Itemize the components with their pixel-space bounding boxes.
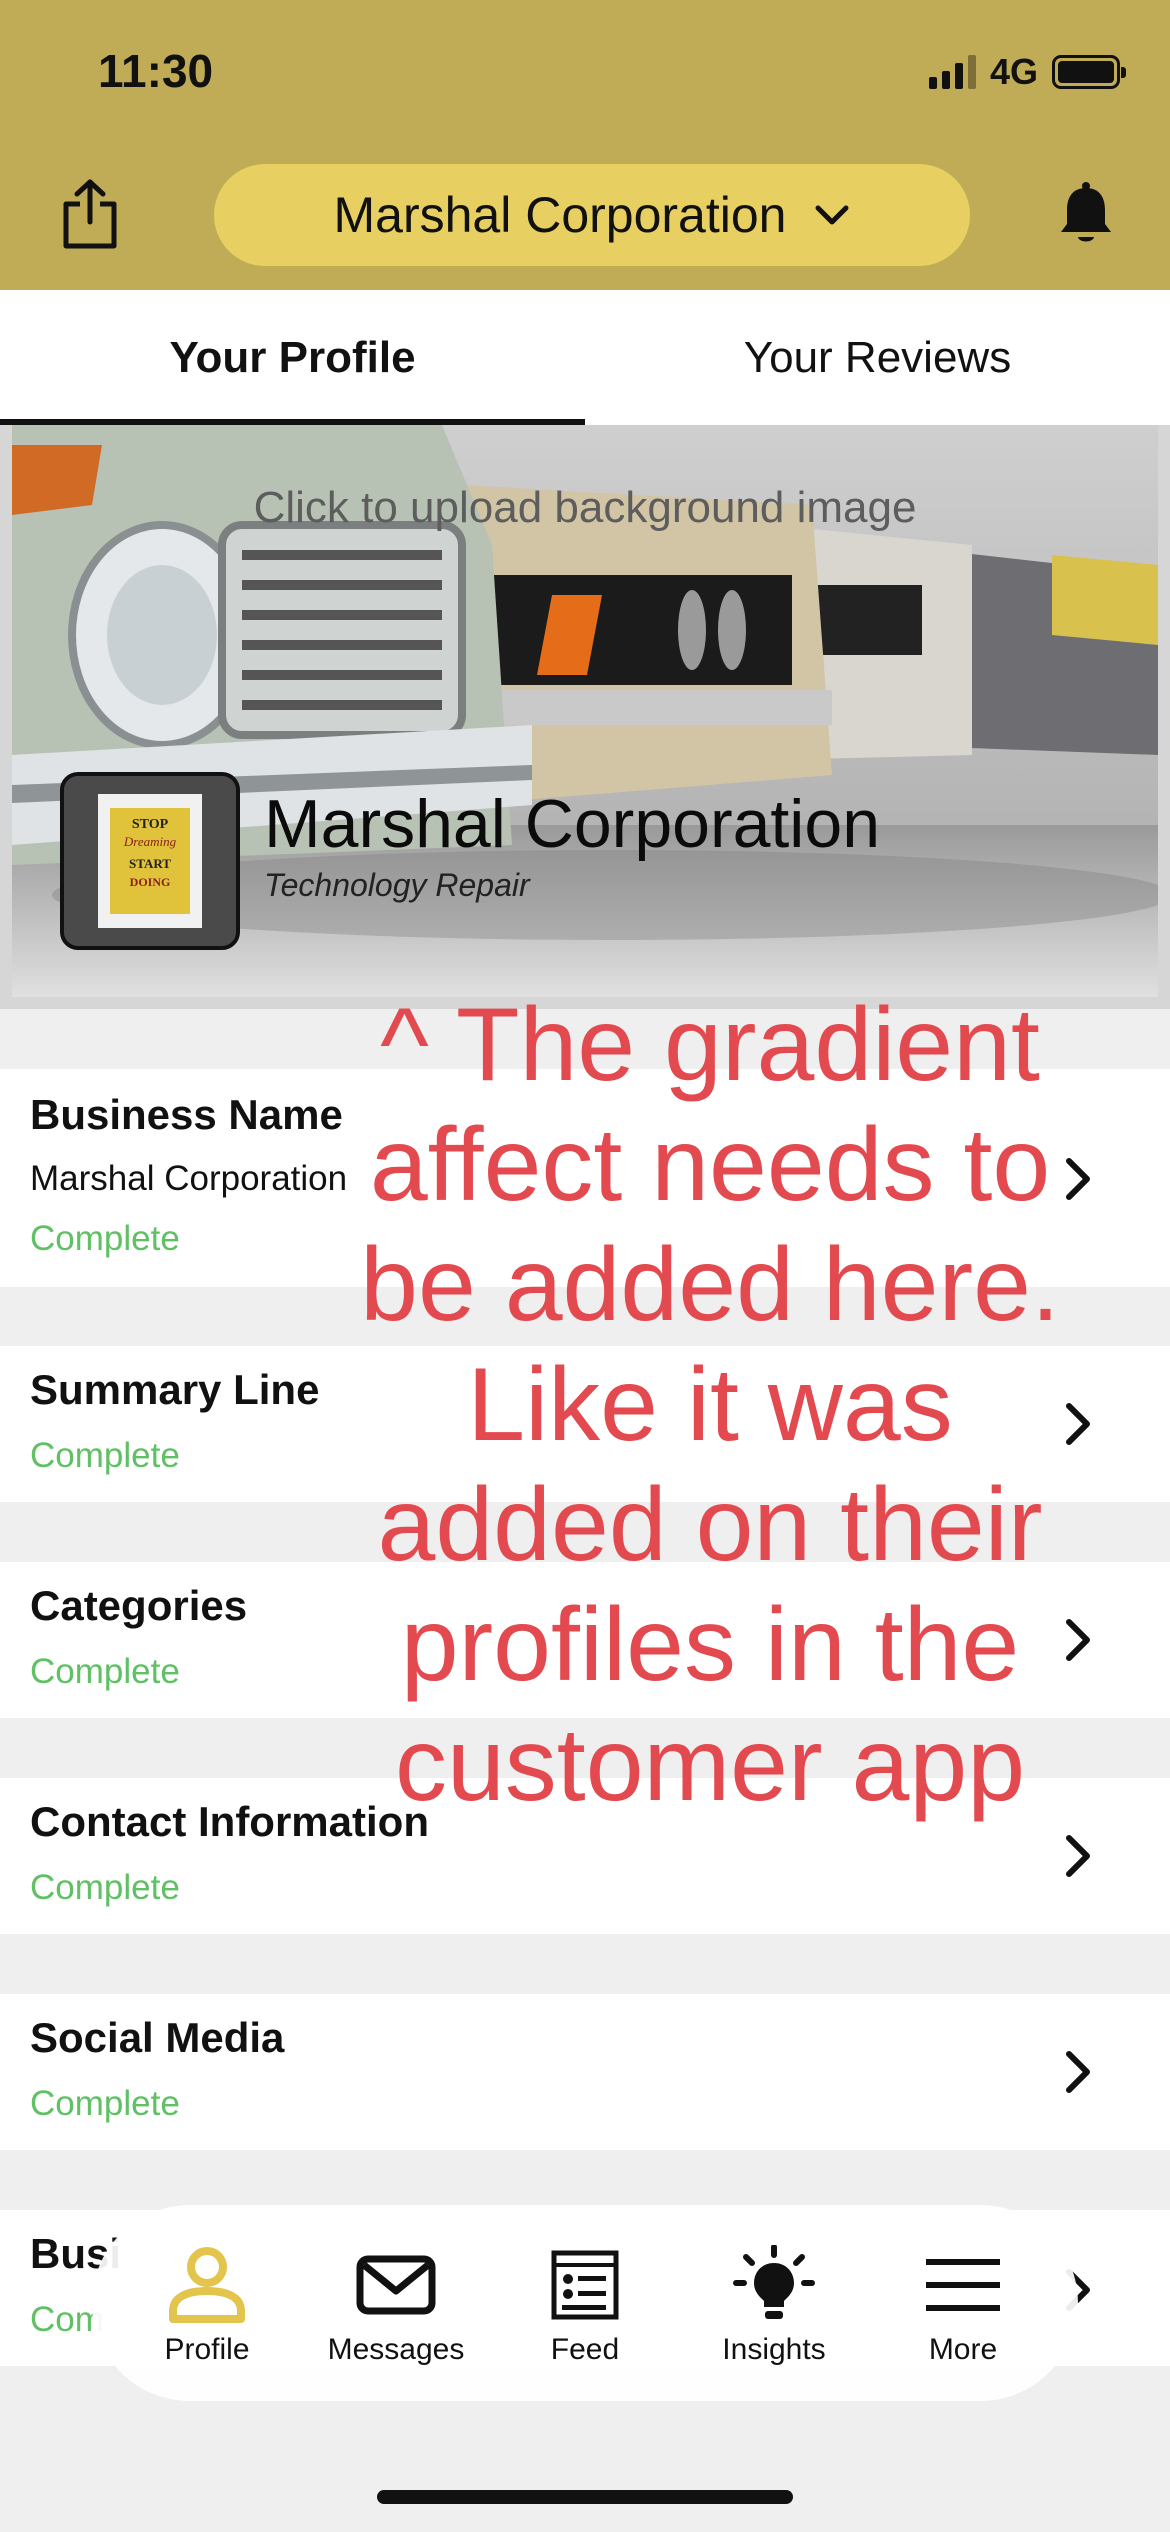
tabbar-label: More	[928, 2333, 998, 2366]
section-value: Marshal Corporation	[30, 1159, 348, 1198]
organization-switcher[interactable]: Marshal Corporation	[214, 164, 970, 266]
chevron-right-icon	[1066, 1158, 1090, 1200]
person-icon	[169, 2247, 245, 2323]
bell-icon	[1061, 182, 1111, 242]
section-status: Complete	[30, 2084, 180, 2123]
tabbar-feed[interactable]: Feed	[491, 2245, 680, 2367]
profile-tabs: Your Profile Your Reviews	[0, 290, 1170, 425]
lightbulb-icon	[733, 2245, 815, 2319]
tab-your-profile[interactable]: Your Profile	[0, 290, 585, 425]
section-status: Complete	[30, 1436, 180, 1475]
hamburger-menu-icon	[926, 2259, 1000, 2311]
tabbar-profile[interactable]: Profile	[113, 2245, 302, 2367]
svg-text:Dreaming: Dreaming	[123, 834, 177, 849]
upload-background-hint[interactable]: Click to upload background image	[0, 483, 1170, 533]
tabbar-more[interactable]: More	[869, 2245, 1058, 2367]
chevron-right-icon	[1066, 1403, 1090, 1445]
network-type: 4G	[989, 51, 1038, 92]
banner-business-category: Technology Repair	[264, 867, 530, 903]
cellular-signal-icon	[928, 55, 976, 89]
chevron-right-icon	[1066, 2051, 1090, 2093]
background-image-uploader[interactable]: Click to upload background image STOP Dr…	[0, 425, 1170, 1009]
section-social-media[interactable]: Social Media Complete	[0, 1994, 1170, 2150]
chevron-right-icon	[1066, 1619, 1090, 1661]
status-time: 11:30	[98, 45, 214, 97]
newspaper-icon	[551, 2250, 619, 2320]
tabbar-label: Feed	[550, 2333, 620, 2366]
app-header: 11:30 4G Marshal Corporation	[0, 0, 1170, 290]
organization-name: Marshal Corporation	[333, 187, 787, 243]
bottom-tab-bar: Profile Messages Feed Insights More	[92, 2205, 1078, 2401]
share-button[interactable]	[60, 178, 120, 250]
section-status: Complete	[30, 1868, 180, 1907]
section-status: Complete	[30, 1219, 180, 1258]
tabbar-label: Profile	[164, 2333, 250, 2366]
svg-text:STOP: STOP	[132, 817, 169, 832]
home-indicator[interactable]	[377, 2490, 793, 2504]
status-indicators: 4G	[928, 51, 1126, 92]
banner-business-name: Marshal Corporation	[264, 786, 881, 862]
tabbar-insights[interactable]: Insights	[680, 2245, 869, 2367]
tabbar-messages[interactable]: Messages	[302, 2245, 491, 2367]
section-status: Complete	[30, 1652, 180, 1691]
section-title: Social Media	[30, 2014, 285, 2061]
tab-your-reviews[interactable]: Your Reviews	[585, 290, 1170, 425]
svg-text:START: START	[129, 856, 171, 871]
section-title: Business Name	[30, 1091, 343, 1138]
section-title: Summary Line	[30, 1366, 320, 1413]
design-annotation-note: ^ The gradient affect needs to be added …	[360, 987, 1060, 1823]
chevron-down-icon	[815, 205, 849, 225]
chevron-right-icon	[1066, 1835, 1090, 1877]
envelope-icon	[356, 2255, 436, 2315]
notifications-button[interactable]	[1056, 180, 1116, 248]
section-title: Categories	[30, 1582, 248, 1629]
tabbar-label: Messages	[327, 2333, 465, 2366]
share-icon	[63, 179, 117, 249]
battery-icon	[1052, 55, 1126, 89]
business-logo[interactable]: STOP Dreaming START DOING	[60, 772, 240, 950]
tabbar-label: Insights	[722, 2333, 826, 2366]
stop-dreaming-logo-image: STOP Dreaming START DOING	[64, 776, 236, 946]
svg-text:DOING: DOING	[130, 875, 171, 889]
